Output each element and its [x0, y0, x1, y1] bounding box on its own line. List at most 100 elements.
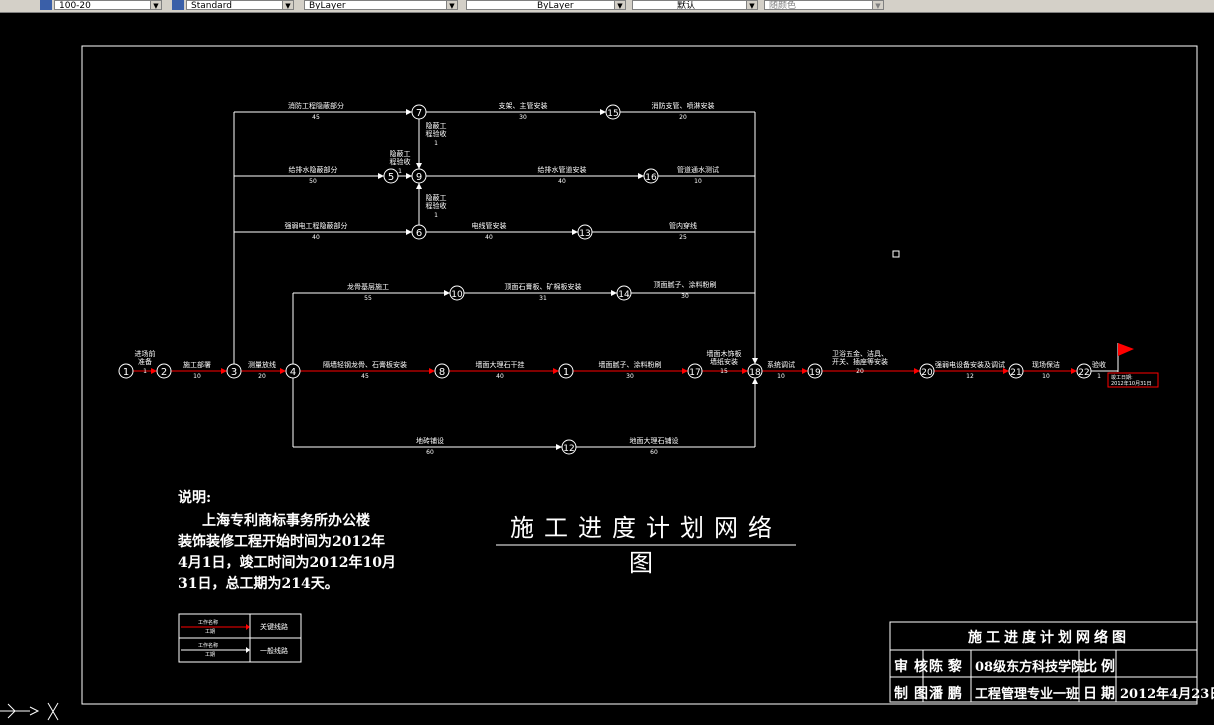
org-line-1: 08级东方科技学院	[975, 660, 1085, 675]
chevron-down-icon: ▼	[746, 1, 757, 9]
activity-duration: 50	[309, 178, 317, 185]
arrow-head-icon	[280, 368, 286, 374]
node-label-n6: 6	[416, 228, 422, 239]
arrow-head-icon	[416, 163, 422, 169]
arrow-head-icon	[553, 368, 559, 374]
activity-labels: 进场前准备1施工部署10测量放线20消防工程隐蔽部分45给排水隐蔽部分50强弱电…	[135, 101, 1107, 456]
notes-line-3: 4月1日，竣工时间为2012年10月	[178, 555, 396, 571]
lineweight-dropdown[interactable]: 默认 ▼	[632, 0, 758, 10]
activity-duration: 1	[398, 168, 402, 175]
layer-dropdown-value: ByLayer	[309, 1, 346, 10]
scale-dropdown[interactable]: 100-20 ▼	[54, 0, 162, 10]
activity-duration: 45	[312, 114, 320, 121]
legend-critical-label: 关键线路	[260, 622, 288, 631]
arrow-head-icon	[611, 290, 617, 296]
arrow-head-icon	[914, 368, 920, 374]
activity-name: 墙面腻子、涂料粉刷	[599, 360, 662, 369]
arrow-head-icon	[378, 173, 384, 179]
arrow-head-icon	[406, 229, 412, 235]
notes-line-4: 31日，总工期为214天。	[178, 576, 339, 592]
node-label-n1: 1	[123, 367, 129, 378]
arrow-head-icon	[151, 368, 157, 374]
activity-name: 管内穿线	[669, 221, 697, 230]
activity-name: 卫浴五金、洁具、	[832, 349, 888, 358]
activity-name: 程验收	[426, 129, 447, 138]
chevron-down-icon: ▼	[150, 1, 161, 9]
arrow-head-icon	[1071, 368, 1077, 374]
arrow-head-icon	[444, 290, 450, 296]
draw-label: 制图	[894, 686, 934, 702]
plotstyle-dropdown-value: 随颜色	[769, 1, 797, 10]
activity-duration: 30	[681, 293, 689, 300]
linetype-dropdown[interactable]: ByLayer ▼	[466, 0, 626, 10]
node-label-n9: 9	[416, 172, 422, 183]
activity-duration: 30	[519, 114, 527, 121]
activity-name: 顶面石膏板、矿棉板安装	[505, 282, 582, 291]
activity-duration: 20	[258, 373, 266, 380]
activity-duration: 55	[364, 295, 372, 302]
node-label-n22: 22	[1078, 368, 1089, 378]
review-label: 审核	[894, 659, 934, 675]
network-arrows	[151, 109, 1077, 450]
arrow-head-icon	[802, 368, 808, 374]
node-label-n16: 16	[645, 173, 657, 183]
activity-name: 程验收	[426, 201, 447, 210]
legend-normal-duration: 工期	[205, 652, 215, 658]
activity-name: 隐蔽工	[390, 149, 411, 158]
activity-duration: 40	[485, 234, 493, 241]
network-edges	[133, 111, 1118, 448]
notes-heading: 说明:	[178, 490, 212, 506]
completion-date-value: 2012年10月31日	[1111, 380, 1151, 387]
activity-name: 强弱电设备安装及调试	[935, 360, 1005, 369]
activity-duration: 30	[626, 373, 634, 380]
arrow-head-icon	[406, 173, 412, 179]
node-label-n11: 1	[563, 367, 569, 378]
scale-icon	[40, 0, 52, 10]
arrow-head-icon	[221, 368, 227, 374]
activity-name: 地面大理石铺设	[630, 436, 679, 445]
arrow-head-icon	[752, 378, 758, 384]
activity-duration: 1	[434, 140, 438, 147]
scale-label: 比例	[1083, 659, 1119, 675]
activity-duration: 1	[1097, 373, 1101, 380]
textstyle-dropdown-value: Standard	[191, 1, 232, 10]
activity-duration: 1	[434, 212, 438, 219]
activity-duration: 40	[312, 234, 320, 241]
layer-dropdown[interactable]: ByLayer ▼	[304, 0, 458, 10]
node-label-n5: 5	[388, 172, 394, 183]
activity-name: 电线管安装	[472, 221, 507, 230]
activity-name: 地砖铺设	[416, 436, 444, 445]
lineweight-dropdown-value: 默认	[677, 1, 696, 10]
activity-duration: 25	[679, 234, 687, 241]
arrow-head-icon	[682, 368, 688, 374]
activity-duration: 40	[558, 178, 566, 185]
activity-duration: 45	[361, 373, 369, 380]
textstyle-dropdown[interactable]: Standard ▼	[186, 0, 294, 10]
drawing-frame	[81, 45, 1198, 705]
activity-name: 系统调试	[767, 360, 795, 369]
activity-name: 验收	[1092, 360, 1106, 369]
arrow-head-icon	[752, 358, 758, 364]
node-label-n10: 10	[451, 290, 463, 300]
activity-duration: 15	[720, 368, 728, 375]
drawing-canvas[interactable]: 1 2 3 456789101121314151617 18 19 20 21 22 进场前准备…	[0, 12, 1214, 725]
activity-duration: 10	[694, 178, 702, 185]
grip-marker[interactable]	[892, 250, 900, 258]
activity-name: 隐蔽工	[426, 121, 447, 130]
activity-name: 墙面木饰板	[707, 349, 742, 358]
activity-name: 给排水管道安装	[538, 165, 587, 174]
node-label-n8: 8	[439, 367, 445, 378]
legend-critical-duration: 工期	[205, 629, 215, 635]
arrow-head-icon	[638, 173, 644, 179]
node-label-n17: 17	[689, 368, 700, 378]
plotstyle-dropdown[interactable]: 随颜色 ▼	[764, 0, 884, 10]
activity-name: 消防支管、喷淋安装	[652, 101, 715, 110]
notes-line-2: 装饰装修工程开始时间为2012年	[178, 534, 385, 550]
node-label-n2: 2	[161, 367, 167, 378]
arrow-head-icon	[429, 368, 435, 374]
activity-duration: 10	[777, 373, 785, 380]
chevron-down-icon: ▼	[446, 1, 457, 9]
node-label-n19: 19	[809, 368, 821, 378]
activity-duration: 10	[193, 373, 201, 380]
legend-normal-name: 工作名称	[198, 642, 218, 649]
